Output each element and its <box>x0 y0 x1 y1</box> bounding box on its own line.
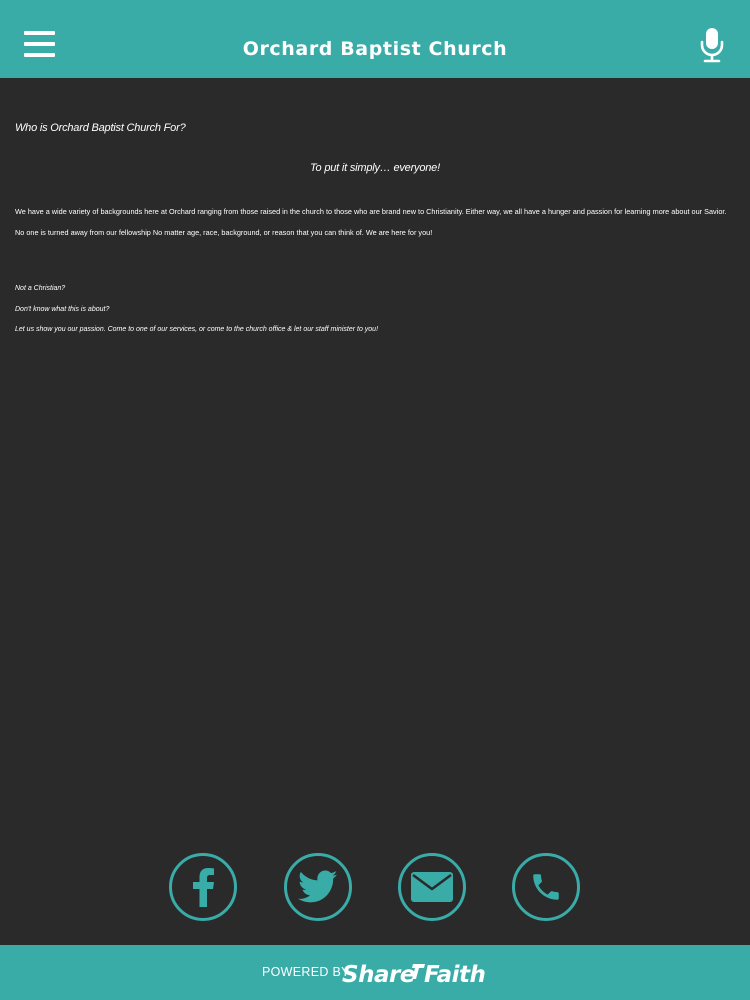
phone-icon <box>533 874 559 900</box>
facebook-icon <box>193 868 214 907</box>
menu-bar-1 <box>24 31 55 35</box>
hamburger-menu-icon[interactable] <box>22 28 58 62</box>
facebook-button[interactable] <box>169 853 237 921</box>
menu-bar-3 <box>24 53 55 57</box>
mail-icon <box>411 872 453 902</box>
page-title: Orchard Baptist Church <box>242 38 508 60</box>
app-screen: Orchard Baptist Church Who is Orchard Ba… <box>0 0 750 1000</box>
menu-bar-2 <box>24 42 55 46</box>
content-paragraph: We have a wide variety of backgrounds he… <box>15 207 727 237</box>
svg-text:Share: Share <box>342 962 415 988</box>
phone-button[interactable] <box>512 853 580 921</box>
twitter-icon <box>298 870 338 903</box>
content-tagline: To put it simply… everyone! <box>310 162 440 174</box>
content-heading: Who is Orchard Baptist Church For? <box>15 122 186 134</box>
svg-text:Faith: Faith <box>424 962 485 988</box>
social-links <box>0 853 750 923</box>
app-header: Orchard Baptist Church <box>0 0 750 78</box>
sharefaith-logo[interactable]: Share Faith <box>340 955 490 989</box>
note-invitation: Let us show you our passion. Come to one… <box>15 326 379 333</box>
mail-button[interactable] <box>398 853 466 921</box>
twitter-button[interactable] <box>284 853 352 921</box>
app-footer: POWERED BY Share Faith <box>0 945 750 1000</box>
note-not-christian: Not a Christian? <box>15 285 66 292</box>
note-dont-know: Don't know what this is about? <box>15 306 110 313</box>
microphone-icon[interactable] <box>700 27 724 63</box>
powered-by-label: POWERED BY <box>262 965 350 979</box>
